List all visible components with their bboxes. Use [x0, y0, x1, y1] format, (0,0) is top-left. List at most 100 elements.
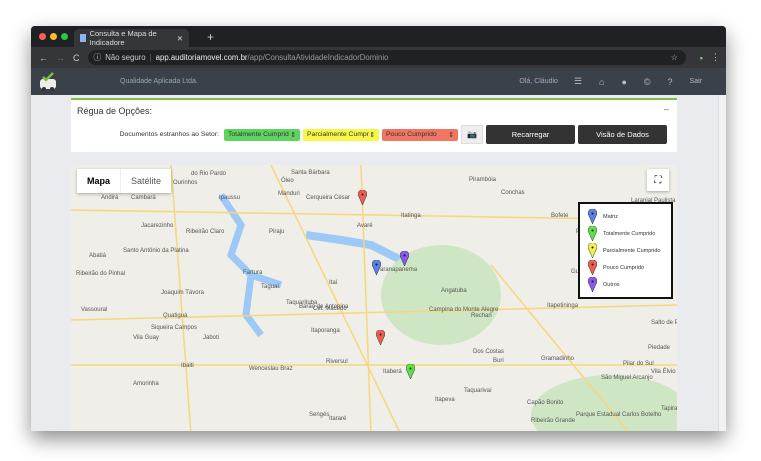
- select-arrows-icon: ⇕: [448, 131, 454, 139]
- map-marker-pouco-cumprido[interactable]: [375, 329, 386, 346]
- map-marker-pouco-cumprido[interactable]: [357, 189, 368, 206]
- minimize-window-button[interactable]: [50, 33, 57, 40]
- app-header: Qualidade Aplicada Ltda. Olá, Cláudio ☰ …: [31, 68, 726, 95]
- map-marker-outros[interactable]: [399, 250, 410, 267]
- map-place-label: Amorinha: [133, 381, 159, 387]
- extension-icon[interactable]: ▪: [700, 53, 703, 63]
- map-place-label: Itapeva: [435, 397, 455, 403]
- map-place-label: Piedade: [648, 345, 671, 351]
- map-place-label: Siqueira Campos: [151, 325, 198, 331]
- legend-label: Pouco Cumprido: [603, 264, 644, 271]
- map-place-label: Ribeirão Grande: [531, 418, 576, 424]
- legend-item: Matriz: [580, 208, 671, 225]
- url-path: /app/ConsultaAtividadeIndicadorDominio: [247, 53, 389, 62]
- map-place-label: Vila Guay: [133, 335, 159, 341]
- legend-item: Parcialmente Cumprido: [580, 242, 671, 259]
- info-icon: ⓘ: [93, 53, 102, 62]
- reload-button[interactable]: Recarregar: [486, 125, 575, 144]
- map[interactable]: do Rio Pardo Santa Bárbara Óleo Ourinhos And…: [71, 165, 677, 431]
- map-place-label: Gramadinho: [541, 356, 575, 362]
- map-place-label: Manduri: [278, 191, 300, 197]
- security-status: Não seguro: [105, 53, 146, 62]
- copyright-icon[interactable]: ©: [644, 77, 651, 87]
- map-place-label: Santa Bárbara: [291, 170, 330, 176]
- url-input[interactable]: ⓘ Não seguro | app.auditoriamovel.com.br/ap…: [87, 50, 686, 65]
- select-partially-complied[interactable]: Parcialmente Cumpr ⇕: [303, 128, 379, 141]
- scrollbar[interactable]: [718, 95, 726, 431]
- map-place-label: Cel. Macedo: [313, 306, 347, 312]
- map-place-label: Conchas: [501, 190, 525, 196]
- map-place-label: Itaporanga: [311, 328, 340, 334]
- map-place-label: Wenceslau Braz: [249, 366, 293, 372]
- select-value: Pouco Cumprido: [386, 131, 437, 138]
- map-place-label: Vila Élvio: [651, 369, 676, 375]
- back-icon[interactable]: ←: [39, 53, 48, 63]
- map-place-label: Bofete: [551, 213, 569, 219]
- map-place-label: Abatiá: [89, 253, 107, 259]
- menu-icon[interactable]: ⋮: [711, 52, 720, 63]
- map-place-label: Ibaiti: [181, 363, 194, 369]
- map-place-label: Parque Estadual Carlos Botelho: [576, 412, 662, 418]
- map-legend: Matriz Totalmente Cumprido Parcialmente Cu…: [578, 202, 673, 299]
- map-marker-totalmente-cumprido[interactable]: [405, 363, 416, 380]
- map-place-label: Pirambóia: [469, 177, 497, 183]
- map-place-label: Ribeirão do Pinhal: [76, 271, 126, 277]
- map-place-label: Óleo: [281, 178, 294, 184]
- select-fully-complied[interactable]: Totalmente Cumprid ⇕: [224, 128, 300, 141]
- help-icon[interactable]: ?: [668, 77, 673, 87]
- app-logo[interactable]: [37, 71, 59, 93]
- map-place-label: Paranapanema: [376, 267, 418, 273]
- maximize-window-button[interactable]: [61, 33, 68, 40]
- reload-icon[interactable]: C: [73, 53, 80, 63]
- new-tab-button[interactable]: +: [207, 30, 214, 44]
- map-place-label: Pilar do Sul: [623, 361, 654, 367]
- select-arrows-icon: ⇕: [369, 131, 375, 139]
- panel-title: Régua de Opções:: [77, 106, 153, 116]
- user-icon[interactable]: ●: [621, 77, 626, 87]
- map-place-label: Avaré: [357, 223, 373, 229]
- main-content: Régua de Opções: – Documentos estranhos …: [31, 95, 726, 431]
- close-tab-icon[interactable]: ✕: [177, 34, 183, 43]
- fullscreen-button[interactable]: ⛶: [647, 169, 669, 191]
- map-marker-matriz[interactable]: [371, 259, 382, 276]
- map-place-label: Rechan: [471, 313, 492, 319]
- map-tab-satellite[interactable]: Satélite: [120, 169, 171, 193]
- map-place-label: São Miguel Arcanjo: [601, 375, 653, 381]
- map-place-label: Ribeirão Claro: [186, 229, 225, 235]
- options-panel: Régua de Opções: – Documentos estranhos …: [71, 98, 677, 152]
- map-place-label: Itararé: [329, 416, 347, 422]
- select-value: Totalmente Cumprid: [228, 131, 289, 138]
- browser-window: Consulta e Mapa de Indicadore ✕ + ← → C ⓘ Nã…: [31, 26, 726, 431]
- map-place-label: Angatuba: [441, 288, 467, 294]
- forward-icon[interactable]: →: [56, 53, 65, 63]
- bookmark-star-icon[interactable]: ☆: [671, 53, 678, 62]
- map-place-label: Cerqueira César: [306, 195, 351, 201]
- collapse-button[interactable]: –: [664, 104, 669, 114]
- map-place-label: Itaí: [329, 280, 338, 286]
- camera-button[interactable]: 📷: [461, 125, 483, 144]
- map-place-label: Taguaí: [261, 284, 280, 290]
- map-type-control: Mapa Satélite: [77, 169, 172, 193]
- map-place-label: Fartura: [243, 270, 263, 276]
- user-greeting: Olá, Cláudio: [519, 78, 558, 85]
- map-place-label: Itapetininga: [547, 303, 579, 309]
- map-place-label: Santo Antônio da Platina: [123, 248, 189, 254]
- map-place-label: Buri: [493, 358, 504, 364]
- browser-tab[interactable]: Consulta e Mapa de Indicadore ✕: [74, 29, 189, 47]
- map-tab-map[interactable]: Mapa: [77, 169, 120, 193]
- fullscreen-icon: ⛶: [654, 174, 662, 186]
- select-poorly-complied[interactable]: Pouco Cumprido ⇕: [382, 128, 458, 141]
- tab-bar: Consulta e Mapa de Indicadore ✕ +: [31, 26, 726, 47]
- select-arrows-icon: ⇕: [290, 131, 296, 139]
- data-view-button[interactable]: Visão de Dados: [578, 125, 667, 144]
- home-icon[interactable]: ⌂: [599, 77, 604, 87]
- list-icon[interactable]: ☰: [574, 76, 582, 87]
- map-place-label: Itaberá: [383, 369, 402, 375]
- map-place-label: Salto de Pirapora: [651, 320, 677, 326]
- map-place-label: Andirá: [101, 195, 119, 201]
- map-place-label: Dos Costas: [473, 349, 505, 355]
- logout-link[interactable]: Sair: [690, 78, 702, 85]
- close-window-button[interactable]: [39, 33, 46, 40]
- map-place-label: Joaquim Távora: [161, 290, 204, 296]
- legend-item: Outros: [580, 276, 671, 293]
